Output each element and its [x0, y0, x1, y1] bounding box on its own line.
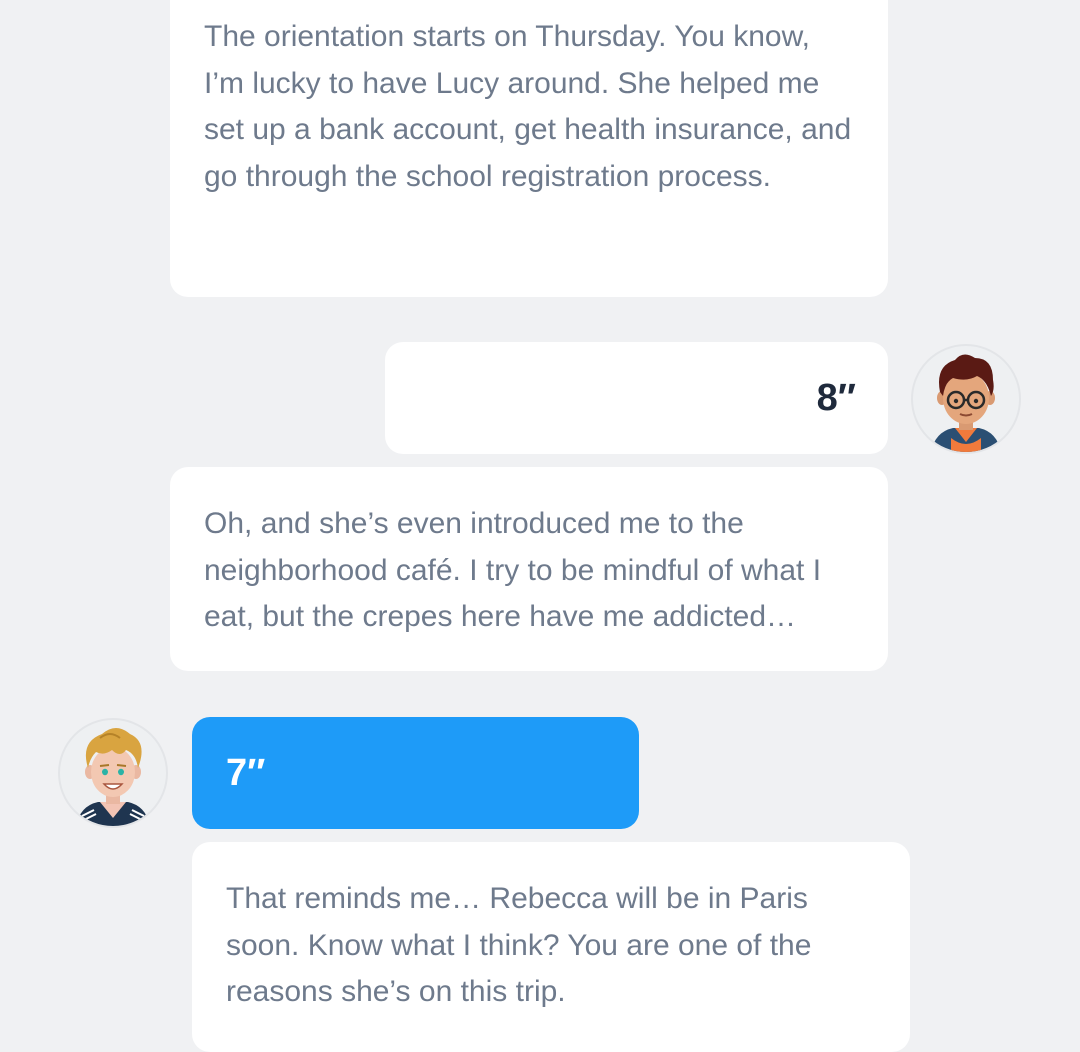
blond-boy-avatar [58, 718, 168, 828]
audio-duration: 7″ [226, 751, 266, 794]
translation-text: The orientation starts on Thursday. You … [204, 20, 852, 193]
translation-bubble: The orientation starts on Thursday. You … [170, 0, 888, 297]
audio-message-button[interactable]: 8″ [385, 342, 888, 454]
boy-with-glasses-avatar [911, 344, 1021, 454]
chat-conversation: The orientation starts on Thursday. You … [0, 0, 1080, 1052]
translation-bubble: Oh, and she’s even introduced me to the … [170, 467, 888, 671]
translation-bubble: That reminds me… Rebecca will be in Pari… [192, 842, 910, 1052]
translation-text: That reminds me… Rebecca will be in Pari… [226, 882, 812, 1008]
audio-duration: 8″ [816, 376, 856, 419]
audio-message-button[interactable]: 7″ [192, 717, 639, 829]
translation-text: Oh, and she’s even introduced me to the … [204, 507, 822, 633]
